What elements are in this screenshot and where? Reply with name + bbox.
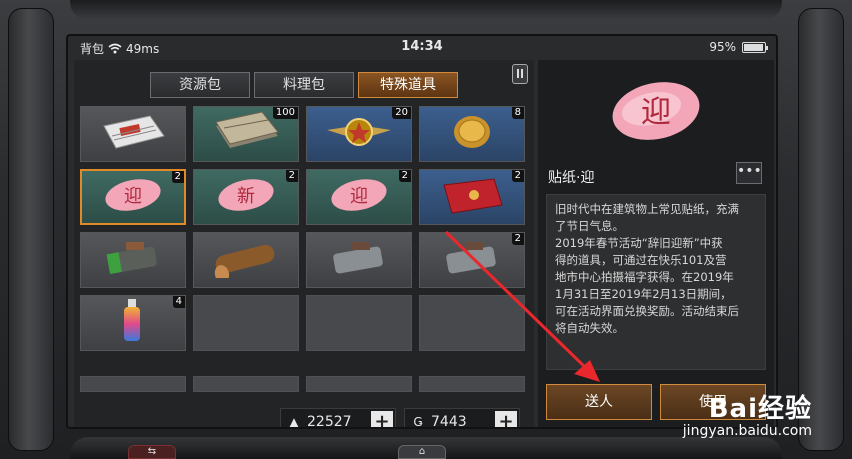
svg-text:迎: 迎 — [641, 95, 671, 130]
envelopes-stack-icon — [210, 110, 282, 158]
item-grid-next-row — [80, 376, 532, 392]
battery-percent: 95% — [709, 40, 736, 54]
item-slot[interactable] — [193, 376, 299, 392]
item-slot-envelopes-stack[interactable]: 100 — [193, 106, 299, 162]
frame-right-handle — [798, 8, 844, 451]
tab-food-pack[interactable]: 料理包 — [254, 72, 354, 98]
item-slot[interactable] — [80, 376, 186, 392]
item-slot-empty[interactable] — [193, 295, 299, 351]
description-line: 得的道具，可通过在快乐101及营 — [555, 253, 727, 267]
battery-canister-icon — [96, 238, 170, 282]
gold-coin-icon — [450, 112, 494, 156]
item-slot[interactable] — [419, 376, 525, 392]
item-grid: 100 20 8 迎 2 新 2 迎 2 2 2 4 — [80, 106, 532, 351]
primary-currency: ▲ 22527 + — [280, 408, 396, 429]
item-count: 2 — [511, 233, 524, 245]
secondary-currency: Ǥ 7443 + — [404, 408, 520, 429]
description-line: 将自动失效。 — [555, 321, 624, 335]
item-slot-red-envelope[interactable]: 2 — [419, 169, 525, 225]
item-slot-metal-canister-2[interactable]: 2 — [419, 232, 525, 288]
item-detail-panel: 迎 贴纸·迎 ••• 旧时代中在建筑物上常见贴纸，充满 了节日气息。 2019年春节… — [538, 60, 774, 427]
home-icon[interactable]: ⌂ — [398, 445, 446, 459]
sticker-ying-2-icon: 迎 — [327, 175, 391, 219]
category-tabs: 资源包 料理包 特殊道具 — [150, 72, 458, 98]
tab-resource-pack[interactable]: 资源包 — [150, 72, 250, 98]
coin-icon: Ǥ — [413, 415, 423, 429]
item-slot-newspaper[interactable] — [80, 106, 186, 162]
description-line: 可在活动界面兑换奖励。活动结束后 — [555, 304, 739, 318]
svg-text:迎: 迎 — [124, 186, 142, 207]
item-count: 4 — [172, 296, 185, 308]
watermark-logo: Bai经验 — [708, 394, 812, 424]
wood-log-icon — [207, 238, 285, 283]
battery-icon — [742, 41, 768, 53]
item-count: 2 — [398, 170, 411, 182]
item-title: 贴纸·迎 — [548, 170, 595, 186]
add-secondary-currency-button[interactable]: + — [495, 411, 517, 427]
status-bar: 背包 49ms 14:34 95% — [68, 36, 776, 58]
winged-badge-icon — [323, 110, 395, 158]
pause-icon[interactable] — [512, 64, 528, 84]
newspaper-icon — [98, 112, 168, 156]
frame-left-handle — [8, 8, 54, 451]
watermark-url: jingyan.baidu.com — [682, 423, 812, 439]
item-count: 8 — [511, 107, 524, 119]
inventory-panel: 资源包 料理包 特殊道具 100 20 8 迎 2 新 2 迎 2 2 2 4 ▲ 22527 + Ǥ… — [74, 60, 534, 429]
item-count: 100 — [272, 107, 298, 119]
frame-top — [70, 0, 782, 20]
item-count: 2 — [171, 171, 184, 183]
primary-currency-value: 22527 — [307, 414, 352, 429]
item-count: 2 — [511, 170, 524, 182]
svg-text:新: 新 — [237, 186, 255, 207]
item-slot-battery-canister[interactable] — [80, 232, 186, 288]
item-description: 旧时代中在建筑物上常见贴纸，充满 了节日气息。 2019年春节活动“辞旧迎新”中获得… — [546, 194, 766, 370]
svg-text:迎: 迎 — [350, 186, 368, 207]
metal-canister-icon — [322, 238, 396, 282]
description-line: 旧时代中在建筑物上常见贴纸，充满 — [555, 202, 739, 216]
add-primary-currency-button[interactable]: + — [371, 411, 393, 427]
description-line: 1月31日至2019年2月13日期间， — [555, 287, 732, 301]
item-slot-spray-bottle[interactable]: 4 — [80, 295, 186, 351]
item-slot-wood-log[interactable] — [193, 232, 299, 288]
item-count: 20 — [392, 107, 411, 119]
sticker-xin-icon: 新 — [214, 175, 278, 219]
sticker-ying-icon: 迎 — [101, 175, 165, 219]
red-envelope-icon — [438, 175, 506, 219]
gift-button[interactable]: 送人 — [546, 384, 652, 420]
ingot-icon: ▲ — [289, 415, 299, 429]
item-slot[interactable] — [306, 376, 412, 392]
item-slot-winged-badge[interactable]: 20 — [306, 106, 412, 162]
item-slot-empty[interactable] — [306, 295, 412, 351]
clock: 14:34 — [401, 39, 443, 54]
more-options-button[interactable]: ••• — [736, 162, 762, 184]
item-slot-gold-coin[interactable]: 8 — [419, 106, 525, 162]
game-screen: 背包 49ms 14:34 95% 资源包 料理包 特殊道具 100 20 8 迎 2 新… — [66, 34, 778, 429]
spray-bottle-icon — [118, 297, 148, 349]
secondary-currency-value: 7443 — [431, 414, 467, 429]
item-slot-sticker-ying[interactable]: 迎2 — [80, 169, 186, 225]
item-slot-empty[interactable] — [419, 295, 525, 351]
item-slot-sticker-ying-2[interactable]: 迎2 — [306, 169, 412, 225]
description-line: 地市中心拍摄福字获得。在2019年 — [555, 270, 734, 284]
sticker-preview-icon: 迎 — [612, 82, 700, 140]
item-slot-sticker-xin[interactable]: 新2 — [193, 169, 299, 225]
metal-canister-2-icon — [435, 238, 509, 282]
watermark: Bai经验 jingyan.baidu.com — [683, 388, 812, 439]
description-line: 了节日气息。 — [555, 219, 624, 233]
item-slot-metal-canister[interactable] — [306, 232, 412, 288]
tab-special-items[interactable]: 特殊道具 — [358, 72, 458, 98]
back-arrow-icon[interactable]: ⇆ — [128, 445, 176, 459]
item-count: 2 — [285, 170, 298, 182]
description-line: 2019年春节活动“辞旧迎新”中获 — [555, 236, 723, 250]
